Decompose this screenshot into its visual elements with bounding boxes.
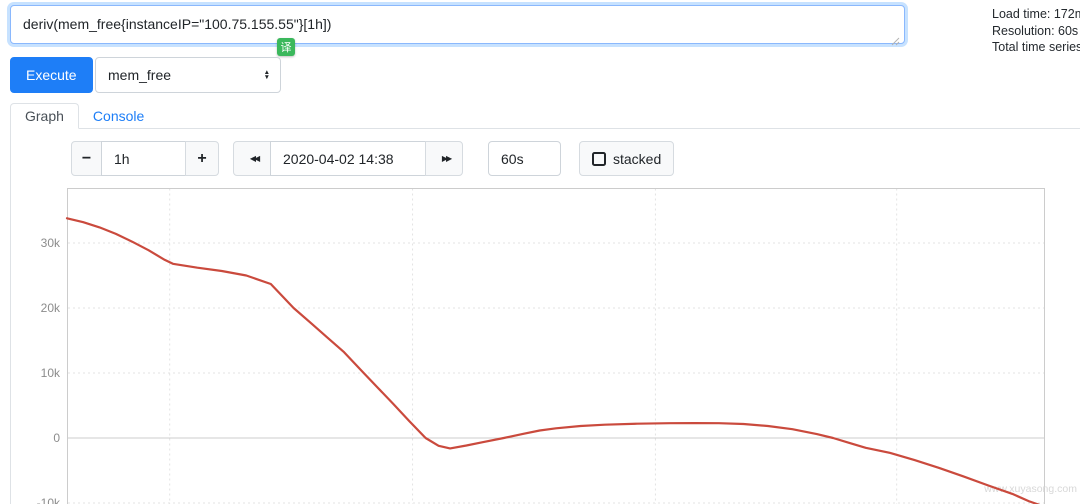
range-decrease-button[interactable]: −: [71, 141, 102, 176]
tab-graph[interactable]: Graph: [10, 103, 79, 129]
range-increase-button[interactable]: +: [185, 141, 219, 176]
y-tick-label: 30k: [41, 236, 61, 250]
range-input[interactable]: [101, 141, 186, 176]
resolution-input[interactable]: [488, 141, 561, 176]
arrow-down-glyph: ▼: [263, 74, 270, 81]
time-backward-button[interactable]: ◀◀: [233, 141, 271, 176]
resize-grip-icon[interactable]: [891, 33, 900, 46]
load-time-text: Load time: 172ms: [992, 7, 1080, 21]
y-tick-label: -10k: [37, 496, 61, 504]
stacked-checkbox-icon: [592, 151, 606, 166]
tab-bar: Graph Console: [10, 103, 1080, 129]
prometheus-expression-browser: deriv(mem_free{instanceIP="100.75.155.55…: [0, 0, 1080, 504]
stacked-toggle-button[interactable]: stacked: [579, 141, 675, 176]
graph-canvas[interactable]: 30k20k10k0-10kwww.xuyasong.com: [0, 188, 1080, 504]
y-tick-label: 10k: [41, 366, 61, 380]
range-input-group: − +: [71, 141, 219, 176]
query-stats: Load time: 172ms Resolution: 60s Total t…: [992, 6, 1080, 56]
datetime-input[interactable]: [270, 141, 426, 176]
resolution-text: Resolution: 60s: [992, 23, 1079, 38]
select-arrows-icon: ▲ ▼: [263, 69, 270, 81]
datetime-input-group: ◀◀ ▶▶: [233, 141, 463, 176]
tab-console[interactable]: Console: [79, 104, 158, 128]
query-expression-input[interactable]: deriv(mem_free{instanceIP="100.75.155.55…: [10, 5, 905, 44]
translate-icon[interactable]: 译: [277, 38, 295, 56]
stacked-label: stacked: [613, 150, 662, 167]
series-line: [65, 217, 1041, 504]
execute-button[interactable]: Execute: [10, 57, 93, 93]
y-tick-label: 20k: [41, 301, 61, 315]
time-forward-button[interactable]: ▶▶: [425, 141, 463, 176]
y-tick-label: 0: [53, 431, 60, 445]
metric-selector[interactable]: mem_free ▲ ▼: [95, 57, 281, 93]
total-series-text: Total time series:: [992, 40, 1080, 54]
metric-selector-value: mem_free: [108, 67, 172, 83]
